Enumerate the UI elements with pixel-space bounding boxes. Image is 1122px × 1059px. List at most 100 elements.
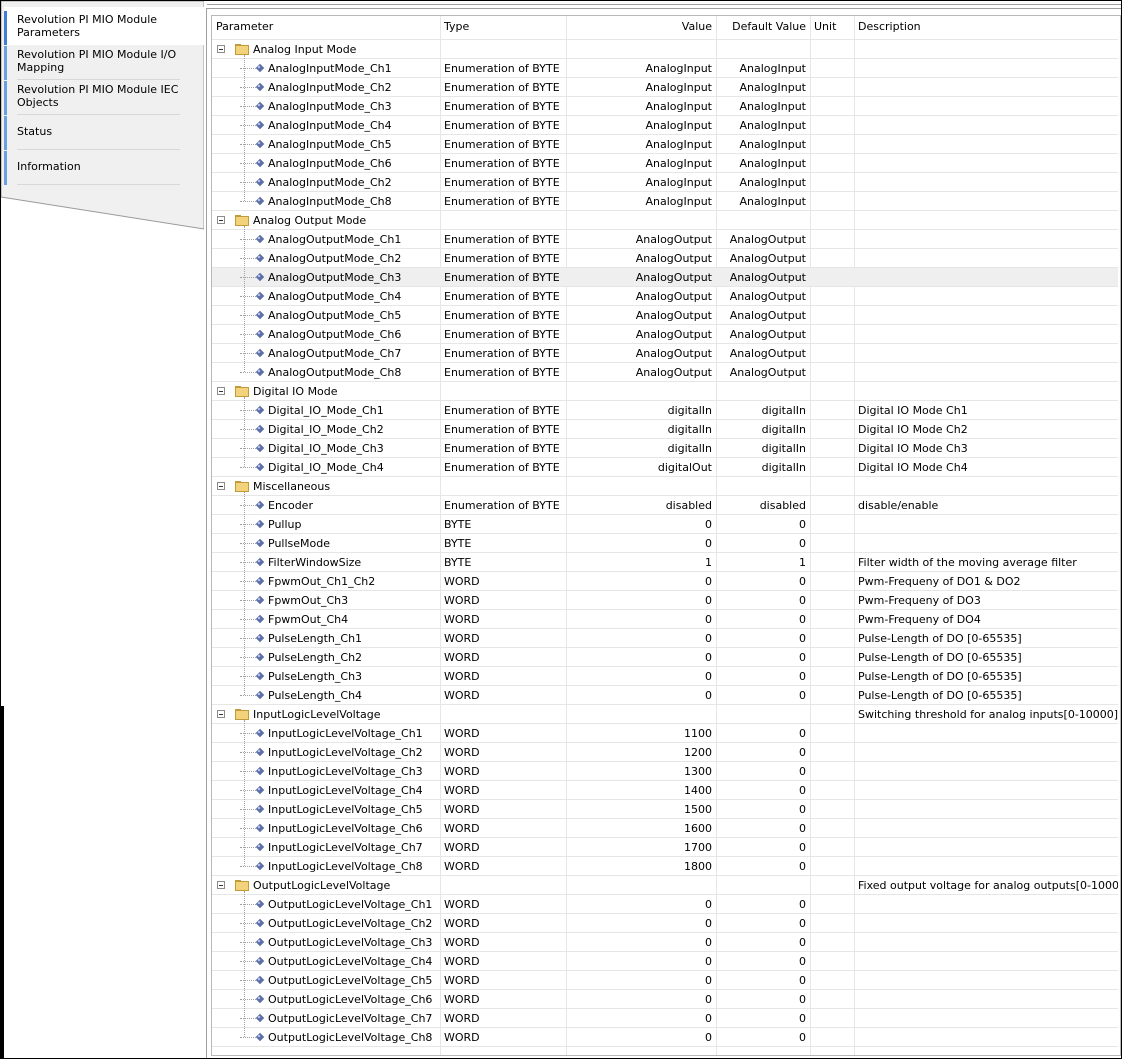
value-cell[interactable]: AnalogInput [566, 59, 716, 78]
table-row[interactable]: FilterWindowSize BYTE 1 1 Filter width of th… [212, 553, 1118, 572]
value-cell[interactable]: AnalogOutput [566, 363, 716, 382]
table-row[interactable]: OutputLogicLevelVoltage_Ch8 WORD 0 0 [212, 1028, 1118, 1047]
value-cell[interactable]: AnalogOutput [566, 287, 716, 306]
table-row[interactable]: AnalogInputMode_Ch4 Enumeration of BYTE An… [212, 116, 1118, 135]
table-row[interactable]: PulseLength_Ch1 WORD 0 0 Pulse-Length of DO … [212, 629, 1118, 648]
value-cell[interactable]: 0 [566, 572, 716, 591]
value-cell[interactable]: 0 [566, 895, 716, 914]
table-row[interactable]: PulseLength_Ch2 WORD 0 0 Pulse-Length of DO … [212, 648, 1118, 667]
tab-io-mapping[interactable]: Revolution PI MIO Module I/O Mapping [4, 46, 204, 80]
table-row[interactable]: InputLogicLevelVoltage_Ch4 WORD 1400 0 [212, 781, 1118, 800]
value-cell[interactable]: AnalogInput [566, 154, 716, 173]
value-cell[interactable]: 1400 [566, 781, 716, 800]
value-cell[interactable]: disabled [566, 496, 716, 515]
table-row[interactable]: AnalogInputMode_Ch2 Enumeration of BYTE An… [212, 173, 1118, 192]
table-row[interactable]: FpwmOut_Ch4 WORD 0 0 Pwm-Frequeny of DO4 [212, 610, 1118, 629]
table-row[interactable]: AnalogOutputMode_Ch7 Enumeration of BYTE A… [212, 344, 1118, 363]
value-cell[interactable]: 0 [566, 686, 716, 705]
table-row[interactable]: PulseLength_Ch3 WORD 0 0 Pulse-Length of DO … [212, 667, 1118, 686]
table-row[interactable]: Digital_IO_Mode_Ch2 Enumeration of BYTE di… [212, 420, 1118, 439]
table-row[interactable]: Encoder Enumeration of BYTE disabled disabl… [212, 496, 1118, 515]
value-cell[interactable]: 0 [566, 515, 716, 534]
table-row[interactable]: AnalogOutputMode_Ch3 Enumeration of BYTE A… [212, 268, 1118, 287]
value-cell[interactable]: 1100 [566, 724, 716, 743]
table-row[interactable]: AnalogInputMode_Ch2 Enumeration of BYTE An… [212, 78, 1118, 97]
table-row[interactable]: AnalogOutputMode_Ch5 Enumeration of BYTE A… [212, 306, 1118, 325]
minus-box-icon[interactable] [217, 216, 225, 224]
value-cell[interactable]: 0 [566, 914, 716, 933]
tab-information[interactable]: Information [4, 151, 204, 185]
table-row[interactable]: OutputLogicLevelVoltage_Ch5 WORD 0 0 [212, 971, 1118, 990]
minus-box-icon[interactable] [217, 482, 225, 490]
value-cell[interactable]: digitalOut [566, 458, 716, 477]
group-row[interactable]: OutputLogicLevelVoltage Fixed output volt… [212, 876, 1118, 895]
table-row[interactable]: AnalogInputMode_Ch3 Enumeration of BYTE An… [212, 97, 1118, 116]
value-cell[interactable]: 1700 [566, 838, 716, 857]
value-cell[interactable]: 0 [566, 667, 716, 686]
tab-iec-objects[interactable]: Revolution PI MIO Module IEC Objects [4, 81, 204, 115]
value-cell[interactable]: AnalogInput [566, 78, 716, 97]
group-row[interactable]: Analog Input Mode [212, 40, 1118, 59]
value-cell[interactable]: AnalogInput [566, 97, 716, 116]
table-row[interactable]: InputLogicLevelVoltage_Ch7 WORD 1700 0 [212, 838, 1118, 857]
header-type[interactable]: Type [440, 16, 566, 38]
value-cell[interactable]: 0 [566, 591, 716, 610]
header-unit[interactable]: Unit [810, 16, 854, 38]
value-cell[interactable]: AnalogOutput [566, 230, 716, 249]
table-row[interactable]: AnalogOutputMode_Ch1 Enumeration of BYTE A… [212, 230, 1118, 249]
value-cell[interactable]: 0 [566, 971, 716, 990]
table-row[interactable]: FpwmOut_Ch3 WORD 0 0 Pwm-Frequeny of DO3 [212, 591, 1118, 610]
table-row[interactable]: InputLogicLevelVoltage_Ch2 WORD 1200 0 [212, 743, 1118, 762]
table-row[interactable]: OutputLogicLevelVoltage_Ch7 WORD 0 0 [212, 1009, 1118, 1028]
table-row[interactable]: AnalogInputMode_Ch6 Enumeration of BYTE An… [212, 154, 1118, 173]
value-cell[interactable]: digitalIn [566, 420, 716, 439]
minus-box-icon[interactable] [217, 387, 225, 395]
header-default-value[interactable]: Default Value [716, 16, 810, 38]
table-row[interactable]: OutputLogicLevelVoltage_Ch6 WORD 0 0 [212, 990, 1118, 1009]
header-value[interactable]: Value [566, 16, 716, 38]
table-row[interactable]: Digital_IO_Mode_Ch4 Enumeration of BYTE di… [212, 458, 1118, 477]
table-row[interactable]: Pullup BYTE 0 0 [212, 515, 1118, 534]
value-cell[interactable]: 0 [566, 1028, 716, 1047]
table-row[interactable]: InputLogicLevelVoltage_Ch5 WORD 1500 0 [212, 800, 1118, 819]
table-row[interactable]: InputLogicLevelVoltage_Ch3 WORD 1300 0 [212, 762, 1118, 781]
table-row[interactable]: InputLogicLevelVoltage_Ch8 WORD 1800 0 [212, 857, 1118, 876]
group-row[interactable]: Miscellaneous [212, 477, 1118, 496]
minus-box-icon[interactable] [217, 881, 225, 889]
value-cell[interactable]: 0 [566, 534, 716, 553]
value-cell[interactable]: 0 [566, 629, 716, 648]
value-cell[interactable]: 1800 [566, 857, 716, 876]
table-row[interactable]: PullseMode BYTE 0 0 [212, 534, 1118, 553]
header-description[interactable]: Description [854, 16, 1118, 38]
value-cell[interactable]: 1500 [566, 800, 716, 819]
value-cell[interactable]: AnalogInput [566, 116, 716, 135]
table-row[interactable]: AnalogInputMode_Ch8 Enumeration of BYTE An… [212, 192, 1118, 211]
table-row[interactable]: AnalogOutputMode_Ch2 Enumeration of BYTE A… [212, 249, 1118, 268]
value-cell[interactable]: 0 [566, 610, 716, 629]
group-row[interactable]: Analog Output Mode [212, 211, 1118, 230]
value-cell[interactable]: AnalogOutput [566, 344, 716, 363]
value-cell[interactable]: 0 [566, 990, 716, 1009]
value-cell[interactable]: 0 [566, 648, 716, 667]
table-row[interactable]: AnalogOutputMode_Ch4 Enumeration of BYTE A… [212, 287, 1118, 306]
table-row[interactable]: AnalogOutputMode_Ch6 Enumeration of BYTE A… [212, 325, 1118, 344]
value-cell[interactable]: AnalogOutput [566, 325, 716, 344]
minus-box-icon[interactable] [217, 710, 225, 718]
value-cell[interactable]: 1200 [566, 743, 716, 762]
table-row[interactable]: AnalogInputMode_Ch1 Enumeration of BYTE An… [212, 59, 1118, 78]
table-row[interactable]: Digital_IO_Mode_Ch1 Enumeration of BYTE di… [212, 401, 1118, 420]
value-cell[interactable]: AnalogOutput [566, 268, 716, 287]
table-row[interactable]: OutputLogicLevelVoltage_Ch1 WORD 0 0 [212, 895, 1118, 914]
table-row[interactable]: FpwmOut_Ch1_Ch2 WORD 0 0 Pwm-Frequeny of DO1… [212, 572, 1118, 591]
group-row[interactable]: Digital IO Mode [212, 382, 1118, 401]
value-cell[interactable]: 0 [566, 952, 716, 971]
table-row[interactable]: OutputLogicLevelVoltage_Ch2 WORD 0 0 [212, 914, 1118, 933]
group-row[interactable]: InputLogicLevelVoltage Switching threshol… [212, 705, 1118, 724]
value-cell[interactable]: AnalogOutput [566, 306, 716, 325]
value-cell[interactable]: digitalIn [566, 401, 716, 420]
value-cell[interactable]: digitalIn [566, 439, 716, 458]
value-cell[interactable]: AnalogInput [566, 192, 716, 211]
header-parameter[interactable]: Parameter [212, 16, 440, 38]
value-cell[interactable]: 1300 [566, 762, 716, 781]
minus-box-icon[interactable] [217, 45, 225, 53]
